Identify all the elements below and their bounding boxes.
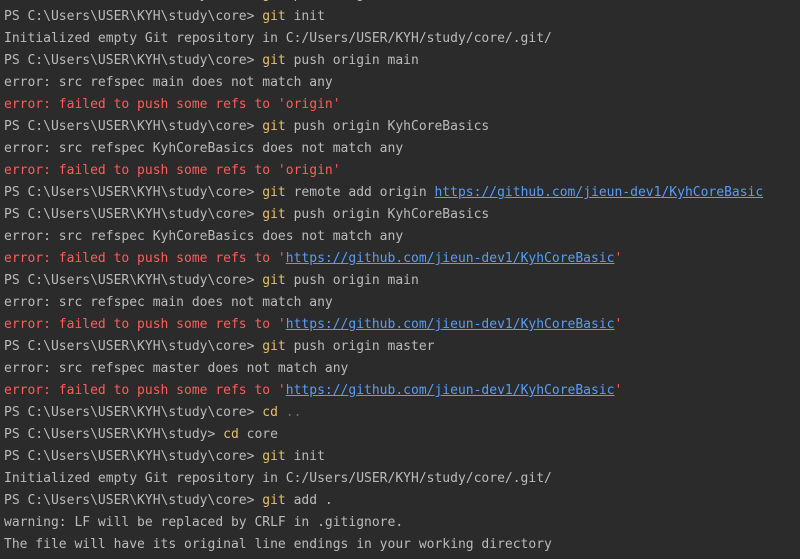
output-text: error: src refspec master does not match… [4, 361, 349, 376]
terminal-line: PS C:\Users\USER\KYH\study\core> git rem… [4, 182, 763, 204]
output-text: error: src refspec KyhCoreBasics does no… [4, 141, 404, 156]
error-text: error: failed to push some refs to ' [4, 383, 286, 398]
terminal-line: error: failed to push some refs to 'http… [4, 248, 763, 270]
output-text: PS C:\Users\USER\KYH\study\core> [4, 273, 263, 288]
terminal-line: PS C:\Users\USER\KYH\study\core> git pus… [4, 50, 763, 72]
output-text: push origin KyhCoreBasics [293, 119, 490, 134]
error-text: ' [614, 383, 623, 398]
error-text: error: failed to push some refs to 'orig… [4, 97, 341, 112]
output-text: init [293, 9, 325, 24]
terminal-line: Initialized empty Git repository in C:/U… [4, 468, 763, 490]
output-text: PS C:\Users\USER\KYH\study\core> [4, 119, 263, 134]
output-text: PS C:\Users\USER\KYH\study\core> [4, 493, 263, 508]
terminal-line: error: failed to push some refs to 'orig… [4, 160, 763, 182]
terminal-line: error: failed to push some refs to 'http… [4, 314, 763, 336]
command-argument: .. [285, 405, 302, 420]
terminal-line: error: src refspec main does not match a… [4, 72, 763, 94]
output-text: PS C:\Users\USER\KYH\study\core> [4, 339, 263, 354]
url-link[interactable]: https://github.com/jieun-dev1/KyhCoreBas… [286, 317, 615, 332]
output-text: Initialized empty Git repository in C:/U… [4, 471, 552, 486]
output-text: PS C:\Users\USER\KYH\study\core> [4, 449, 263, 464]
error-text: error: failed to push some refs to ' [4, 317, 286, 332]
terminal-line: error: failed to push some refs to 'http… [4, 380, 763, 402]
terminal-line: error: src refspec KyhCoreBasics does no… [4, 138, 763, 160]
output-text: push origin KyhCoreBasics [293, 207, 490, 222]
command-keyword: git [262, 273, 294, 288]
terminal-output: PS C:\Users\USER\KYH\study\core> git pus… [4, 0, 763, 556]
terminal-line: PS C:\Users\USER\KYH\study\core> git add… [4, 490, 763, 512]
output-text: Initialized empty Git repository in C:/U… [4, 31, 552, 46]
command-keyword: git [262, 207, 294, 222]
output-text: push origin master [293, 339, 435, 354]
output-text: PS C:\Users\USER\KYH\study\core> [4, 53, 263, 68]
terminal-line: error: failed to push some refs to 'orig… [4, 94, 763, 116]
url-link[interactable]: https://github.com/jieun-dev1/KyhCoreBas… [286, 251, 615, 266]
output-text: PS C:\Users\USER\KYH\study\core> [4, 405, 263, 420]
output-text: add . [293, 493, 333, 508]
terminal-line: PS C:\Users\USER\KYH\study\core> git ini… [4, 446, 763, 468]
terminal-line: PS C:\Users\USER\KYH\study\core> git pus… [4, 204, 763, 226]
output-text: PS C:\Users\USER\KYH\study\core> [4, 207, 263, 222]
output-text: error: src refspec main does not match a… [4, 295, 333, 310]
command-keyword: git [262, 0, 293, 2]
error-text: error: failed to push some refs to 'orig… [4, 163, 341, 178]
output-text: error: src refspec KyhCoreBasics does no… [4, 229, 404, 244]
terminal-line: The file will have its original line end… [4, 534, 763, 556]
command-keyword: git [262, 449, 294, 464]
error-text: ' [614, 317, 623, 332]
command-keyword: git [262, 339, 294, 354]
terminal-line: warning: LF will be replaced by CRLF in … [4, 512, 763, 534]
output-text: PS C:\Users\USER\KYH\study\core> [4, 9, 263, 24]
output-text: push origin main [293, 273, 419, 288]
output-text: error: src refspec main does not match a… [4, 75, 333, 90]
output-text: PS C:\Users\USER\KYH\study\core> [4, 185, 263, 200]
output-text: PS C:\Users\USER\KYH\study\core> [4, 0, 262, 2]
terminal-line: PS C:\Users\USER\KYH\study\core> git pus… [4, 336, 763, 358]
command-keyword: git [262, 493, 294, 508]
output-text: remote add origin [293, 185, 435, 200]
output-text: warning: LF will be replaced by CRLF in … [4, 515, 404, 530]
terminal-line: error: src refspec main does not match a… [4, 292, 763, 314]
command-keyword: git [262, 185, 294, 200]
command-keyword: git [262, 9, 294, 24]
output-text: push origin main [294, 0, 419, 2]
terminal-line: error: src refspec master does not match… [4, 358, 763, 380]
terminal-line: Initialized empty Git repository in C:/U… [4, 28, 763, 50]
output-text: core [246, 427, 278, 442]
error-text: error: failed to push some refs to ' [4, 251, 286, 266]
command-keyword: git [262, 53, 294, 68]
terminal-line: PS C:\Users\USER\KYH\study\core> git ini… [4, 6, 763, 28]
command-keyword: cd [223, 427, 247, 442]
command-keyword: cd [262, 405, 286, 420]
output-text: The file will have its original line end… [4, 537, 552, 552]
output-text: push origin main [293, 53, 419, 68]
terminal-line: error: src refspec KyhCoreBasics does no… [4, 226, 763, 248]
terminal-window[interactable]: PS C:\Users\USER\KYH\study\core> git pus… [0, 0, 800, 559]
url-link[interactable]: https://github.com/jieun-dev1/KyhCoreBas… [286, 383, 615, 398]
terminal-line: PS C:\Users\USER\KYH\study\core> cd .. [4, 402, 763, 424]
url-link[interactable]: https://github.com/jieun-dev1/KyhCoreBas… [434, 185, 763, 200]
terminal-line: PS C:\Users\USER\KYH\study> cd core [4, 424, 763, 446]
terminal-line: PS C:\Users\USER\KYH\study\core> git pus… [4, 270, 763, 292]
command-keyword: git [262, 119, 294, 134]
output-text: init [293, 449, 325, 464]
terminal-line: PS C:\Users\USER\KYH\study\core> git pus… [4, 116, 763, 138]
error-text: ' [614, 251, 623, 266]
output-text: PS C:\Users\USER\KYH\study> [4, 427, 224, 442]
